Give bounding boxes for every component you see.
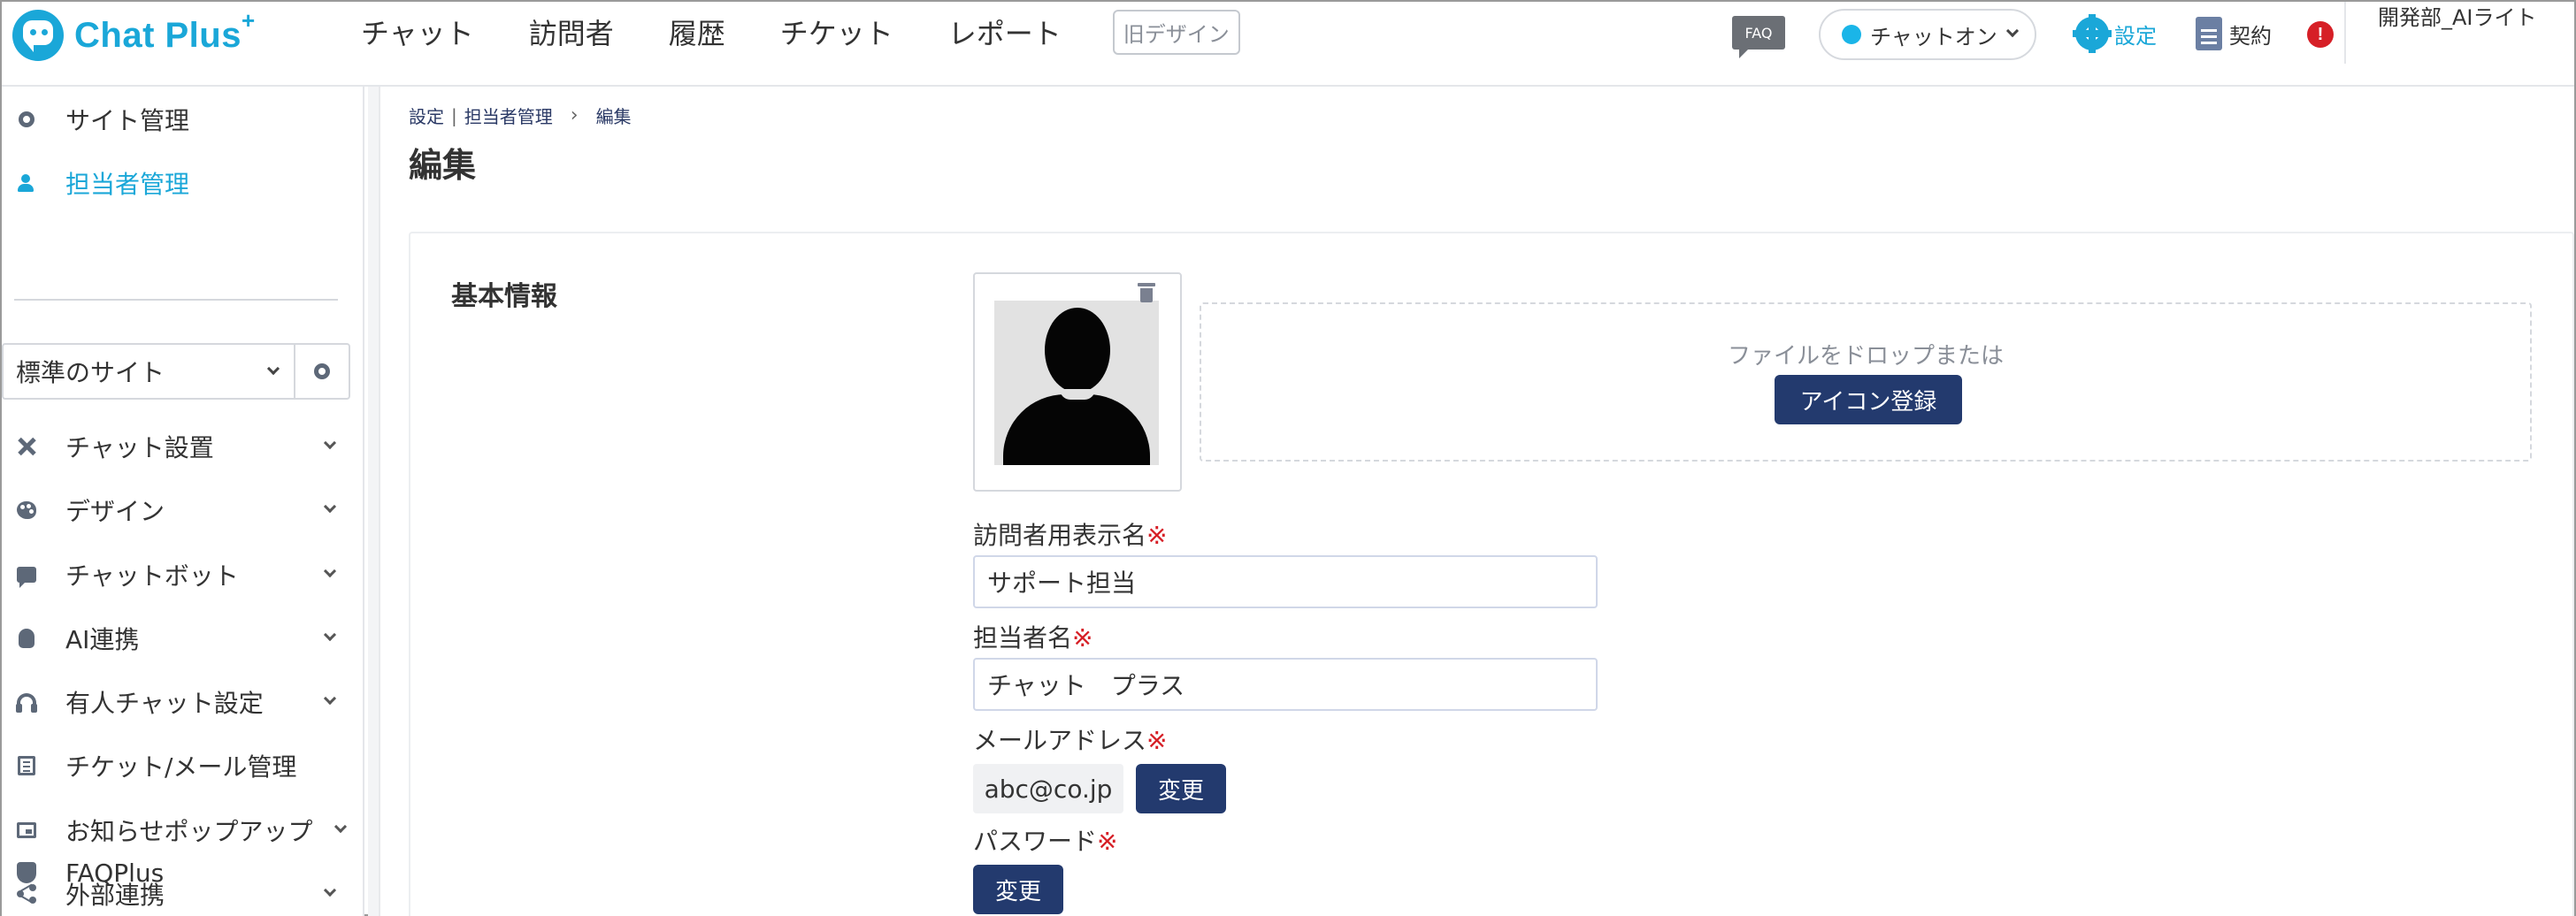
sidebar-item-manned-chat[interactable]: 有人チャット設定 — [2, 676, 356, 728]
main-content: 設定 | 担当者管理 › 編集 編集 基本情報 ファイルをドロップまたは アイコ… — [380, 87, 2574, 916]
avatar-preview — [973, 272, 1182, 492]
sidebar-item-label: チャット設置 — [65, 433, 214, 462]
sidebar: サイト管理 担当者管理 標準のサイト チャット設置 デザイン チャットボット A… — [2, 87, 364, 916]
breadcrumb: 設定 | 担当者管理 › 編集 — [409, 103, 632, 128]
chevron-down-icon — [334, 820, 348, 834]
site-select-value: 標準のサイト — [16, 358, 165, 387]
sidebar-item-label: FAQPlus — [65, 858, 165, 888]
nav-chat[interactable]: チャット — [361, 11, 474, 52]
breadcrumb-separator: | — [451, 104, 457, 126]
palette-icon — [16, 500, 37, 521]
nav-visitors[interactable]: 訪問者 — [529, 11, 614, 52]
display-name-input[interactable]: サポート担当 — [973, 555, 1598, 608]
section-title: 基本情報 — [451, 281, 557, 312]
chat-status-label: チャットオン — [1870, 24, 1997, 50]
bulb-icon — [16, 628, 37, 649]
sidebar-scrollbar[interactable] — [368, 87, 380, 916]
gear-icon — [2073, 14, 2112, 53]
sidebar-item-label: 有人チャット設定 — [65, 689, 264, 718]
trash-icon[interactable] — [1138, 281, 1155, 302]
icon-register-button[interactable]: アイコン登録 — [1775, 375, 1962, 424]
faq-label: FAQ — [1744, 24, 1773, 42]
main-nav: チャット 訪問者 履歴 チケット レポート 旧デザイン — [361, 2, 1240, 62]
chevron-down-icon — [266, 362, 280, 376]
logo-text: Chat Plus+ — [74, 6, 256, 55]
top-bar: Chat Plus+ チャット 訪問者 履歴 チケット レポート 旧デザイン F… — [2, 2, 2574, 87]
headset-icon — [16, 691, 37, 713]
chat-plus-logo-icon — [12, 10, 64, 61]
sidebar-item-label: チャットボット — [65, 561, 239, 591]
sidebar-item-label: チケット/メール管理 — [65, 752, 297, 782]
required-mark: ※ — [1146, 521, 1168, 550]
required-mark: ※ — [1146, 726, 1168, 755]
chevron-down-icon — [323, 436, 337, 450]
chat-plus-logo[interactable]: Chat Plus+ — [12, 6, 256, 62]
gear-icon — [16, 109, 37, 130]
staff-name-label: 担当者名※ — [973, 623, 1093, 653]
avatar-placeholder-icon — [994, 301, 1159, 465]
user-menu[interactable]: 開発部_AIライト — [2378, 4, 2564, 32]
email-value: abc@co.jp — [973, 764, 1123, 813]
sidebar-divider — [14, 299, 338, 301]
sidebar-item-faqplus[interactable]: FAQPlus — [2, 847, 356, 898]
required-mark: ※ — [1097, 827, 1118, 856]
sidebar-item-label: AI連携 — [65, 625, 140, 654]
faq-icon[interactable]: FAQ — [1732, 16, 1785, 58]
site-select[interactable]: 標準のサイト — [2, 343, 295, 400]
chevron-down-icon — [2005, 24, 2019, 38]
chevron-down-icon — [323, 691, 337, 706]
contract-label: 契約 — [2229, 23, 2272, 49]
nav-tickets[interactable]: チケット — [780, 11, 893, 52]
drop-text: ファイルをドロップまたは — [1727, 343, 2004, 370]
change-email-button[interactable]: 変更 — [1136, 764, 1226, 813]
breadcrumb-chevron: › — [570, 104, 579, 126]
required-mark: ※ — [1072, 623, 1093, 653]
password-label: パスワード※ — [973, 827, 1118, 856]
sidebar-item-site-management[interactable]: サイト管理 — [2, 94, 356, 145]
basic-info-card: 基本情報 ファイルをドロップまたは アイコン登録 訪問者用表示名※ サポート担当… — [409, 232, 2574, 916]
breadcrumb-settings[interactable]: 設定 — [409, 103, 444, 128]
user-divider — [2344, 2, 2346, 64]
window-icon — [16, 820, 37, 841]
nav-reports[interactable]: レポート — [948, 11, 1062, 52]
sidebar-item-label: デザイン — [65, 497, 165, 526]
settings-label: 設定 — [2114, 23, 2157, 49]
breadcrumb-staff-management[interactable]: 担当者管理 — [464, 103, 553, 128]
sidebar-item-label: 担当者管理 — [65, 170, 190, 199]
page-title: 編集 — [409, 146, 477, 185]
sidebar-item-chatbot[interactable]: チャットボット — [2, 549, 356, 600]
sidebar-item-design[interactable]: デザイン — [2, 485, 356, 536]
breadcrumb-edit: 編集 — [595, 106, 632, 127]
sidebar-item-staff-management[interactable]: 担当者管理 — [2, 157, 356, 209]
chevron-down-icon — [323, 564, 337, 578]
sidebar-item-ai-integration[interactable]: AI連携 — [2, 613, 356, 664]
display-name-label: 訪問者用表示名※ — [973, 521, 1168, 550]
sidebar-item-ticket-mail[interactable]: チケット/メール管理 — [2, 740, 356, 791]
sidebar-item-label: サイト管理 — [65, 106, 190, 135]
chat-status-dropdown[interactable]: チャットオン — [1819, 9, 2036, 60]
shield-icon — [16, 862, 37, 883]
alert-icon[interactable]: ! — [2307, 21, 2334, 48]
gear-icon — [314, 363, 330, 379]
tools-icon — [16, 436, 37, 457]
icon-dropzone[interactable]: ファイルをドロップまたは アイコン登録 — [1200, 302, 2532, 462]
email-label: メールアドレス※ — [973, 726, 1168, 755]
document-icon — [2196, 17, 2222, 50]
chat-bubble-icon — [16, 564, 37, 588]
nav-history[interactable]: 履歴 — [669, 11, 725, 52]
settings-link[interactable]: 設定 — [2073, 14, 2157, 53]
old-design-button[interactable]: 旧デザイン — [1112, 9, 1240, 55]
site-settings-button[interactable] — [294, 343, 350, 400]
contract-link[interactable]: 契約 — [2196, 16, 2272, 51]
sidebar-item-chat-setup[interactable]: チャット設置 — [2, 421, 356, 472]
sidebar-item-label: お知らせポップアップ — [65, 817, 313, 846]
user-icon — [16, 172, 37, 194]
status-online-icon — [1842, 25, 1861, 44]
chevron-down-icon — [323, 628, 337, 642]
list-icon — [16, 755, 37, 776]
staff-name-input[interactable]: チャット プラス — [973, 658, 1598, 711]
change-password-button[interactable]: 変更 — [973, 865, 1063, 914]
chevron-down-icon — [323, 500, 337, 514]
